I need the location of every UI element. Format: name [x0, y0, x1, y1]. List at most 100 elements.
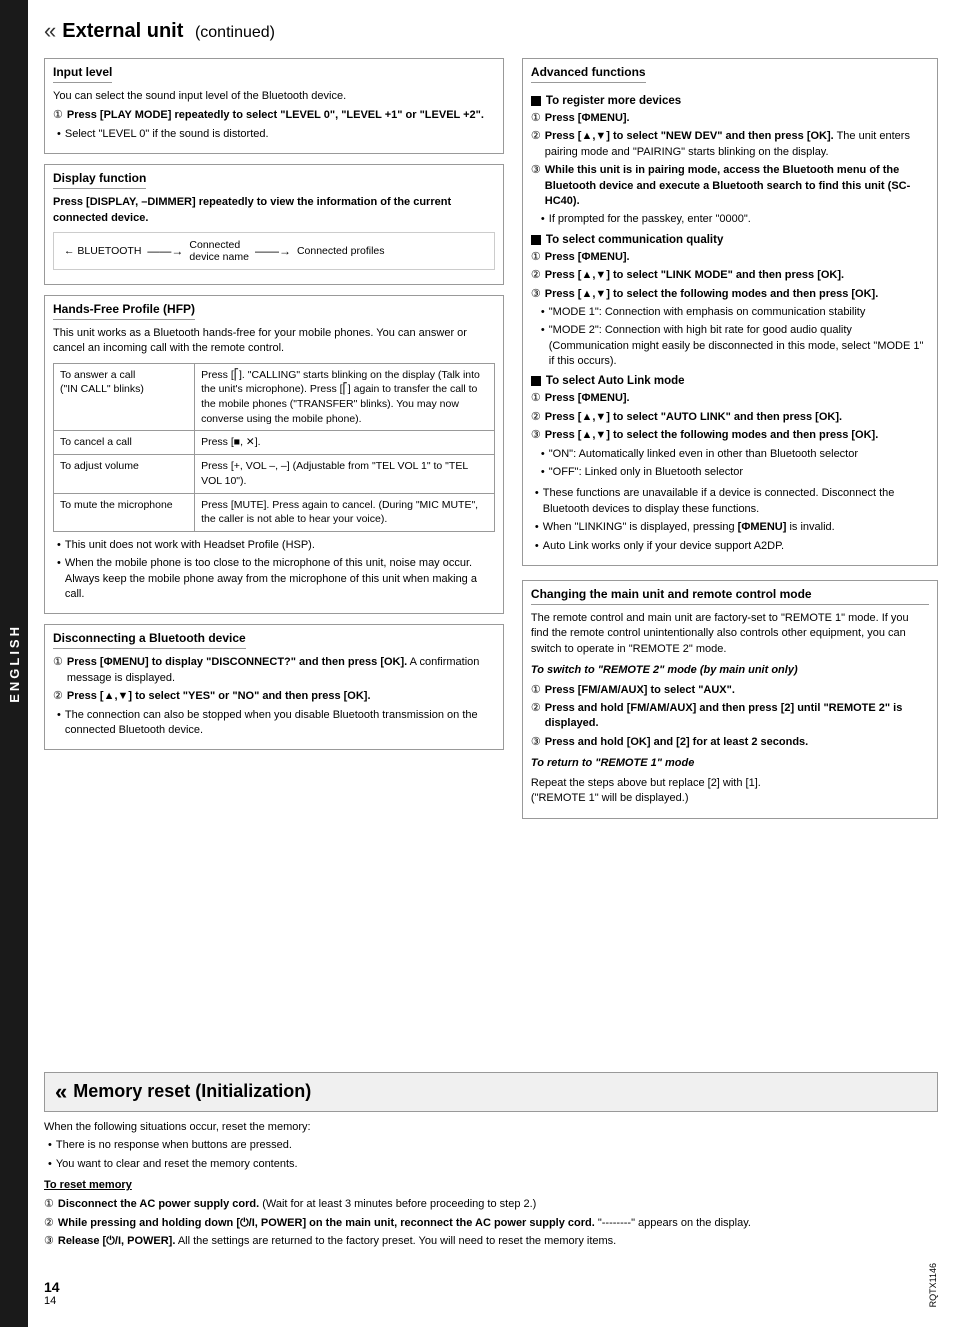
page-title: External unit (continued)	[62, 20, 275, 43]
hfp-action-3: To adjust volume	[54, 455, 195, 493]
table-row: To answer a call("IN CALL" blinks) Press…	[54, 363, 495, 431]
advanced-functions-section: Advanced functions To register more devi…	[522, 58, 938, 566]
disconnecting-step1: ① Press [ΦMENU] to display "DISCONNECT?"…	[53, 655, 495, 686]
memory-reset-area: « Memory reset (Initialization) When the…	[44, 1060, 938, 1253]
square-icon	[531, 96, 541, 106]
comm-step3: ③ Press [▲,▼] to select the following mo…	[531, 287, 929, 302]
display-function-section: Display function Press [DISPLAY, –DIMMER…	[44, 164, 504, 285]
table-row: To mute the microphone Press [MUTE]. Pre…	[54, 493, 495, 531]
register-step3: ③ While this unit is in pairing mode, ac…	[531, 163, 929, 209]
hfp-table: To answer a call("IN CALL" blinks) Press…	[53, 363, 495, 532]
page-number: 14	[44, 1279, 60, 1295]
remote1-title: To return to "REMOTE 1" mode	[531, 756, 929, 771]
page-title-sub: (continued)	[195, 24, 275, 41]
comm-quality-title: To select communication quality	[531, 234, 929, 246]
hfp-desc-2: Press [■, ✕].	[195, 431, 495, 455]
diagram-arrow2: ——→	[255, 244, 291, 258]
auto-link-step3: ③ Press [▲,▼] to select the following mo…	[531, 428, 929, 443]
auto-link-step1: ① Press [ΦMENU].	[531, 391, 929, 406]
hfp-bullets: • This unit does not work with Headset P…	[53, 538, 495, 603]
extra-bullet1: • These functions are unavailable if a d…	[531, 486, 929, 517]
hfp-desc-4: Press [MUTE]. Press again to cancel. (Du…	[195, 493, 495, 531]
hfp-desc: This unit works as a Bluetooth hands-fre…	[53, 326, 495, 357]
display-function-title: Display function	[53, 171, 146, 189]
page-header: « External unit (continued)	[44, 18, 938, 44]
reset-step1: ① Disconnect the AC power supply cord. (…	[44, 1197, 938, 1212]
disconnecting-section: Disconnecting a Bluetooth device ① Press…	[44, 624, 504, 750]
comm-step1: ① Press [ΦMENU].	[531, 250, 929, 265]
hfp-bullet-2: • When the mobile phone is too close to …	[53, 556, 495, 602]
diagram-arrow1: ——→	[147, 244, 183, 258]
register-bullet: • If prompted for the passkey, enter "00…	[531, 212, 929, 227]
header-icon: «	[44, 18, 56, 44]
hfp-title: Hands-Free Profile (HFP)	[53, 302, 195, 320]
memory-reset-icon: «	[55, 1079, 67, 1105]
advanced-functions-title: Advanced functions	[531, 65, 646, 83]
input-level-section: Input level You can select the sound inp…	[44, 58, 504, 154]
reset-steps-area: To reset memory ① Disconnect the AC powe…	[44, 1178, 938, 1250]
hfp-section: Hands-Free Profile (HFP) This unit works…	[44, 295, 504, 615]
two-col-layout: Input level You can select the sound inp…	[44, 58, 938, 1048]
hfp-action-4: To mute the microphone	[54, 493, 195, 531]
hfp-action-1: To answer a call("IN CALL" blinks)	[54, 363, 195, 431]
doc-code: RQTX1146	[928, 1263, 938, 1307]
footer-left: 14 14	[44, 1279, 60, 1307]
remote2-step3: ③ Press and hold [OK] and [2] for at lea…	[531, 735, 929, 750]
diagram-start: ← BLUETOOTH	[64, 245, 141, 257]
left-column: Input level You can select the sound inp…	[44, 58, 504, 1048]
extra-bullets: • These functions are unavailable if a d…	[531, 486, 929, 554]
hfp-bullet-1: • This unit does not work with Headset P…	[53, 538, 495, 553]
square-icon-3	[531, 376, 541, 386]
page-title-main: External unit	[62, 20, 183, 42]
register-step2: ② Press [▲,▼] to select "NEW DEV" and th…	[531, 129, 929, 160]
side-tab: ENGLISH	[0, 0, 28, 1327]
register-step1: ① Press [ΦMENU].	[531, 111, 929, 126]
comm-step2: ② Press [▲,▼] to select "LINK MODE" and …	[531, 268, 929, 283]
page-footer: 14 14 RQTX1146	[44, 1253, 938, 1307]
auto-link-bullet1: • "ON": Automatically linked even in oth…	[531, 447, 929, 462]
changing-mode-section: Changing the main unit and remote contro…	[522, 580, 938, 819]
input-level-bullet1: • Select "LEVEL 0" if the sound is disto…	[53, 127, 495, 142]
main-content: « External unit (continued) Input level …	[28, 0, 954, 1327]
memory-reset-header: « Memory reset (Initialization)	[44, 1072, 938, 1112]
square-icon-2	[531, 235, 541, 245]
hfp-desc-1: Press [⎡]. "CALLING" starts blinking on …	[195, 363, 495, 431]
memory-reset-title: Memory reset (Initialization)	[73, 1081, 311, 1102]
input-level-step1: ① Press [PLAY MODE] repeatedly to select…	[53, 108, 495, 123]
right-column: Advanced functions To register more devi…	[522, 58, 938, 1048]
changing-mode-desc: The remote control and main unit are fac…	[531, 611, 929, 657]
comm-bullet1: • "MODE 1": Connection with emphasis on …	[531, 305, 929, 320]
extra-bullet3: • Auto Link works only if your device su…	[531, 539, 929, 554]
display-function-desc: Press [DISPLAY, –DIMMER] repeatedly to v…	[53, 195, 495, 226]
table-row: To cancel a call Press [■, ✕].	[54, 431, 495, 455]
memory-bullet-1: • There is no response when buttons are …	[44, 1138, 938, 1153]
auto-link-bullet2: • "OFF": Linked only in Bluetooth select…	[531, 465, 929, 480]
page-number-repeat: 14	[44, 1295, 60, 1307]
reset-step3: ③ Release [⏻/I, POWER]. All the settings…	[44, 1234, 938, 1249]
remote2-title: To switch to "REMOTE 2" mode (by main un…	[531, 663, 929, 678]
disconnecting-step2: ② Press [▲,▼] to select "YES" or "NO" an…	[53, 689, 495, 704]
input-level-title: Input level	[53, 65, 112, 83]
remote2-step2: ② Press and hold [FM/AM/AUX] and then pr…	[531, 701, 929, 732]
disconnecting-bullet1: • The connection can also be stopped whe…	[53, 708, 495, 739]
memory-reset-desc: When the following situations occur, res…	[44, 1120, 938, 1135]
reset-title: To reset memory	[44, 1178, 938, 1193]
hfp-action-2: To cancel a call	[54, 431, 195, 455]
remote2-step1: ① Press [FM/AM/AUX] to select "AUX".	[531, 683, 929, 698]
hfp-desc-3: Press [+, VOL –, –] (Adjustable from "TE…	[195, 455, 495, 493]
auto-link-step2: ② Press [▲,▼] to select "AUTO LINK" and …	[531, 410, 929, 425]
reset-step2: ② While pressing and holding down [⏻/I, …	[44, 1216, 938, 1231]
comm-bullet2: • "MODE 2": Connection with high bit rat…	[531, 323, 929, 369]
disconnecting-title: Disconnecting a Bluetooth device	[53, 631, 246, 649]
remote1-desc: Repeat the steps above but replace [2] w…	[531, 776, 929, 807]
input-level-desc: You can select the sound input level of …	[53, 89, 495, 104]
register-devices-title: To register more devices	[531, 95, 929, 107]
table-row: To adjust volume Press [+, VOL –, –] (Ad…	[54, 455, 495, 493]
changing-mode-title: Changing the main unit and remote contro…	[531, 587, 929, 605]
diagram-mid: Connecteddevice name	[189, 239, 249, 263]
diagram-end: Connected profiles	[297, 245, 385, 257]
display-diagram: ← BLUETOOTH ——→ Connecteddevice name ——→…	[53, 232, 495, 270]
auto-link-title: To select Auto Link mode	[531, 375, 929, 387]
extra-bullet2: • When "LINKING" is displayed, pressing …	[531, 520, 929, 535]
memory-bullet-2: • You want to clear and reset the memory…	[44, 1157, 938, 1172]
